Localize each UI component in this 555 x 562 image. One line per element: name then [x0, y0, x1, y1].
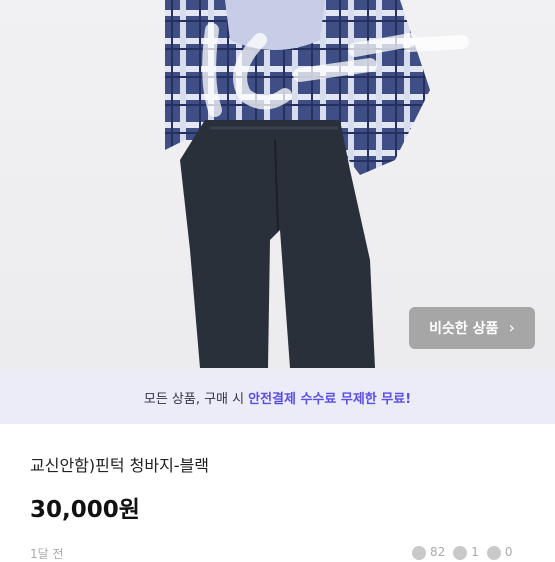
views-stat: 82: [412, 545, 445, 560]
product-price: 30,000원: [30, 497, 140, 523]
product-photo[interactable]: 비슷한 상품 ›: [0, 0, 555, 370]
banner-text: 모든 상품, 구매 시: [143, 391, 245, 407]
safe-payment-banner[interactable]: 모든 상품, 구매 시 안전결제 수수료 무제한 무료!: [0, 370, 555, 424]
likes-stat: 1: [453, 545, 479, 560]
similar-products-button[interactable]: 비슷한 상품 ›: [409, 307, 535, 349]
product-title: 교신안함)핀턱 청바지-블랙: [30, 456, 210, 475]
chats-count: 0: [504, 545, 513, 559]
banner-highlight: 안전결제 수수료 무제한 무료!: [248, 391, 412, 407]
eye-icon: [412, 545, 426, 560]
heart-icon: [453, 545, 468, 560]
product-stats: 82 1 0: [412, 545, 513, 560]
likes-count: 1: [471, 545, 479, 559]
posted-time: 1달 전: [30, 547, 64, 561]
views-count: 82: [430, 545, 446, 559]
chevron-right-icon: ›: [508, 318, 515, 337]
similar-products-label: 비슷한 상품: [429, 321, 499, 337]
chats-stat: 0: [486, 545, 513, 560]
chat-icon: [486, 545, 501, 560]
